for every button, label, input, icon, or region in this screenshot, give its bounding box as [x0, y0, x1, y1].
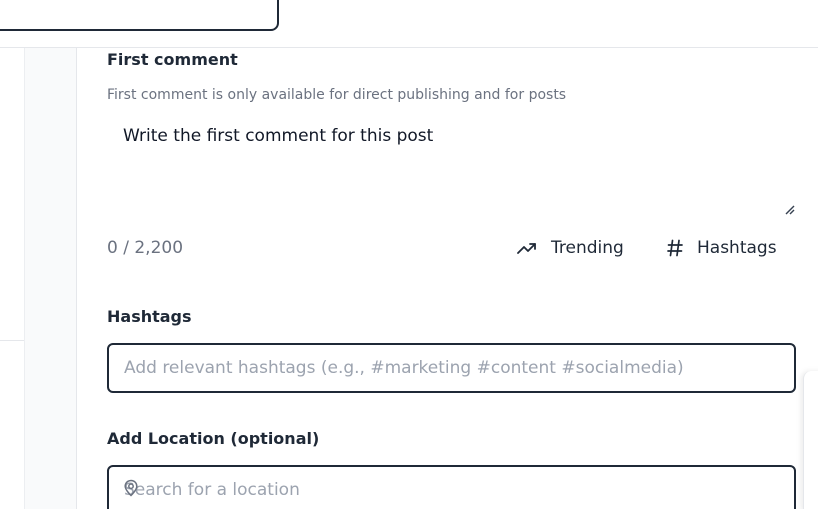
hash-icon [667, 239, 683, 257]
left-panel-edge [0, 48, 25, 509]
trending-up-icon [517, 241, 537, 255]
post-options-panel: First comment First comment is only avai… [77, 48, 818, 509]
location-field [107, 465, 796, 509]
content-gutter [25, 48, 77, 509]
character-counter: 0 / 2,200 [107, 238, 184, 258]
map-pin-icon [124, 479, 138, 497]
partial-field-above [0, 0, 279, 31]
hashtags-button[interactable]: Hashtags [667, 234, 777, 262]
resize-handle-icon[interactable] [783, 203, 795, 215]
trending-button[interactable]: Trending [517, 234, 624, 262]
trending-label: Trending [551, 238, 624, 258]
location-title: Add Location (optional) [107, 429, 320, 448]
hashtags-input[interactable] [107, 343, 796, 393]
hashtags-button-label: Hashtags [697, 238, 777, 258]
left-panel-divider [0, 340, 24, 341]
location-search-input[interactable] [107, 465, 796, 509]
first-comment-textarea[interactable] [107, 114, 797, 218]
side-panel-edge [803, 371, 818, 509]
hashtags-title: Hashtags [107, 307, 192, 326]
first-comment-helper: First comment is only available for dire… [107, 87, 567, 103]
first-comment-title: First comment [107, 50, 238, 69]
